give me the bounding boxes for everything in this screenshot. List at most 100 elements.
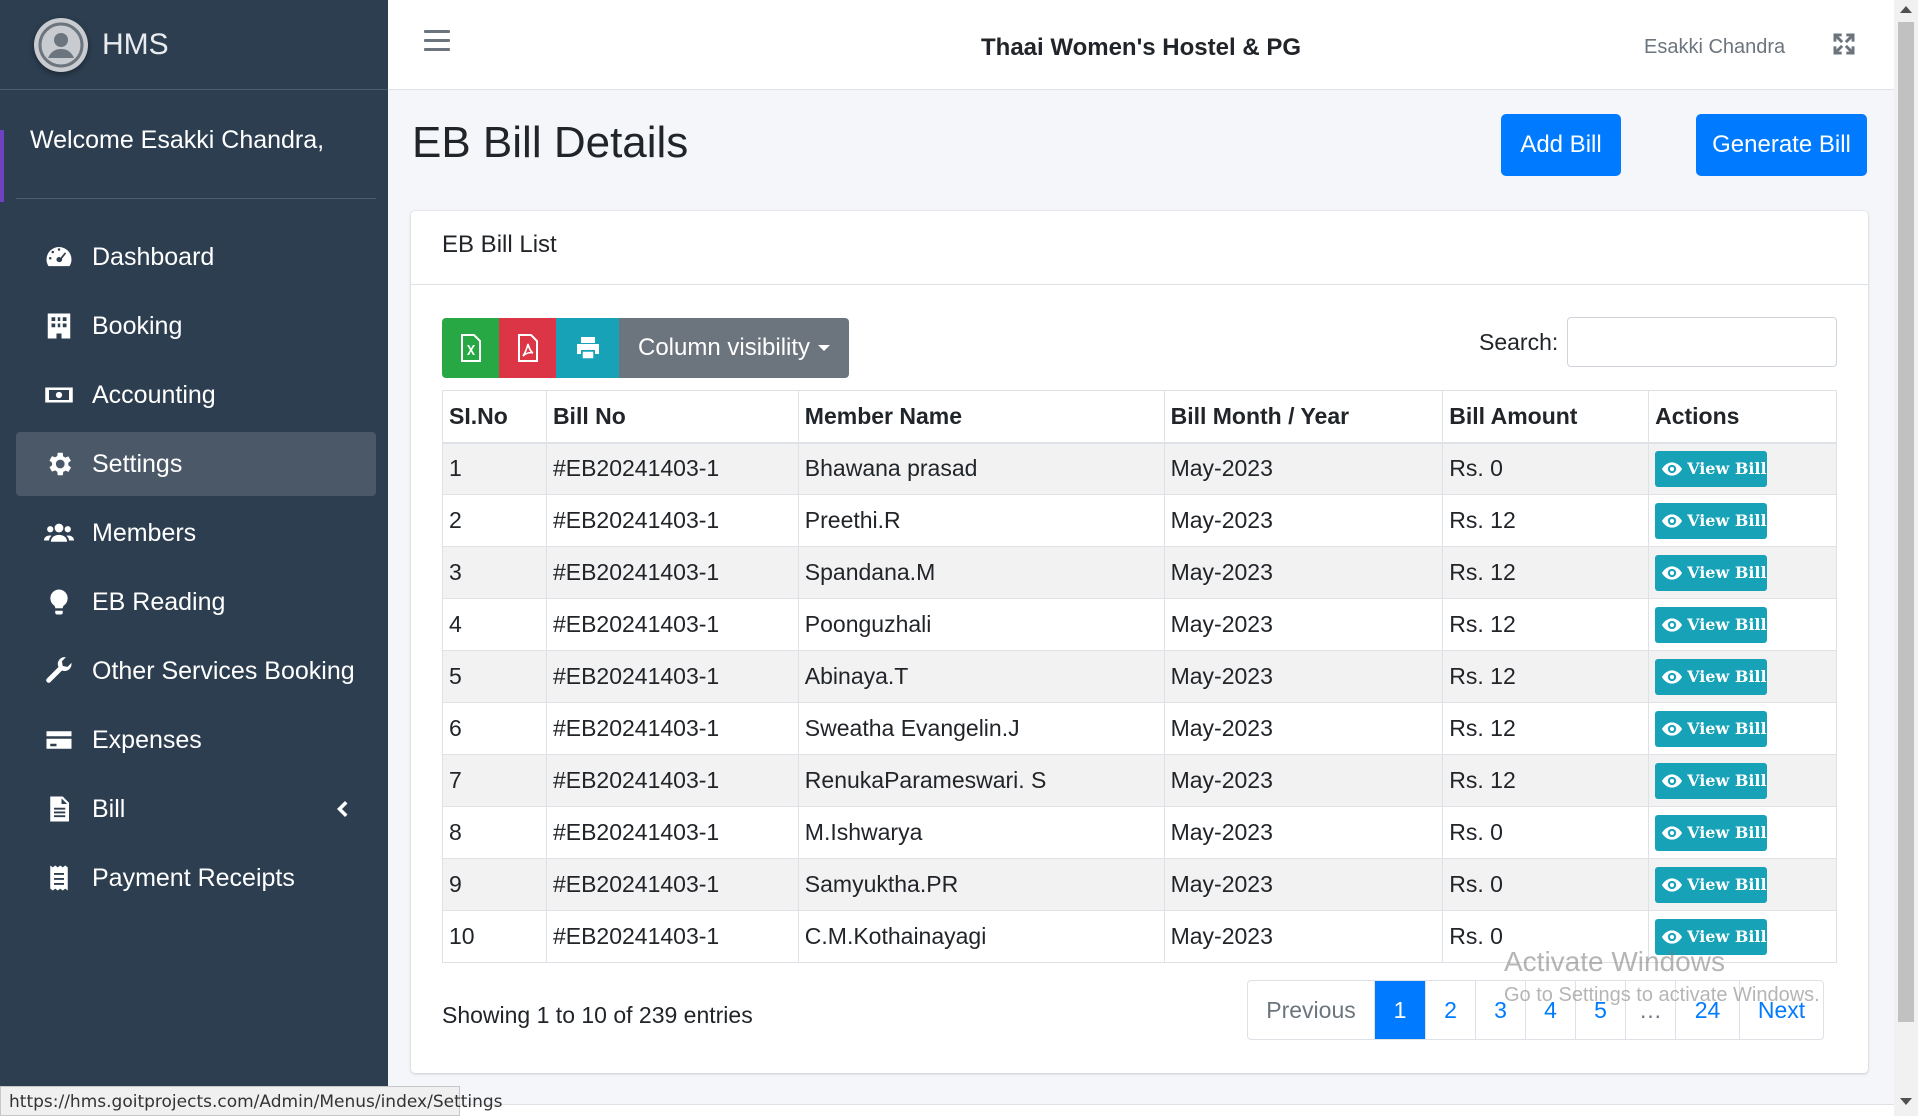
cell-member-name: Sweatha Evangelin.J <box>797 702 1165 755</box>
eye-icon <box>1662 669 1683 684</box>
cell-bill-no: #EB20241403-1 <box>545 494 799 547</box>
receipt-icon <box>44 863 78 893</box>
view-bill-button[interactable]: View Bill <box>1655 450 1768 487</box>
column-header-bill-month[interactable]: Bill Month / Year <box>1163 390 1444 444</box>
scrollbar-thumb[interactable] <box>1898 22 1914 1022</box>
cell-bill-amount: Rs. 12 <box>1442 598 1650 651</box>
footer-strip <box>388 1104 1894 1116</box>
column-header-actions[interactable]: Actions <box>1648 390 1837 444</box>
table-row: 1 #EB20241403-1 Bhawana prasad May-2023 … <box>442 442 1837 495</box>
cell-member-name: Samyuktha.PR <box>797 858 1165 911</box>
fullscreen-icon[interactable] <box>1830 30 1858 58</box>
sidebar-item-members[interactable]: Members <box>16 501 376 565</box>
generate-bill-button[interactable]: Generate Bill <box>1696 114 1867 176</box>
cell-bill-amount: Rs. 12 <box>1442 754 1650 807</box>
eye-icon <box>1662 929 1683 944</box>
eye-icon <box>1662 513 1683 528</box>
sidebar-item-label: EB Reading <box>92 587 226 616</box>
cell-actions: View Bill <box>1648 598 1837 651</box>
table-row: 2 #EB20241403-1 Preethi.R May-2023 Rs. 1… <box>442 494 1837 547</box>
table-row: 7 #EB20241403-1 RenukaParameswari. S May… <box>442 754 1837 807</box>
sidebar-item-eb-reading[interactable]: EB Reading <box>16 570 376 634</box>
pagination-page-2[interactable]: 2 <box>1425 981 1475 1039</box>
table-row: 9 #EB20241403-1 Samyuktha.PR May-2023 Rs… <box>442 858 1837 911</box>
brand[interactable]: HMS <box>0 0 388 90</box>
cell-bill-amount: Rs. 0 <box>1442 858 1650 911</box>
credit-card-icon <box>44 725 78 755</box>
cell-si-no: 1 <box>442 442 547 495</box>
column-header-bill-amount[interactable]: Bill Amount <box>1442 390 1650 444</box>
welcome-text: Welcome Esakki Chandra, <box>30 126 325 154</box>
cell-actions: View Bill <box>1648 754 1837 807</box>
cell-bill-no: #EB20241403-1 <box>545 858 799 911</box>
sidebar-item-bill[interactable]: Bill <box>16 777 376 841</box>
eb-bill-list-card: EB Bill List Column visibility Search: S… <box>411 211 1868 1073</box>
cell-actions: View Bill <box>1648 858 1837 911</box>
wrench-icon <box>44 656 78 686</box>
cell-bill-no: #EB20241403-1 <box>545 702 799 755</box>
cell-member-name: Poonguzhali <box>797 598 1165 651</box>
print-button[interactable] <box>556 318 619 378</box>
add-bill-button[interactable]: Add Bill <box>1501 114 1621 176</box>
cell-bill-month: May-2023 <box>1163 598 1444 651</box>
view-bill-button[interactable]: View Bill <box>1655 554 1768 591</box>
view-bill-button[interactable]: View Bill <box>1655 710 1768 747</box>
pagination-previous[interactable]: Previous <box>1248 981 1374 1039</box>
cell-si-no: 4 <box>442 598 547 651</box>
search-input[interactable] <box>1567 317 1837 367</box>
pagination-page-1[interactable]: 1 <box>1374 981 1425 1039</box>
sidebar-item-label: Booking <box>92 311 183 340</box>
cell-bill-no: #EB20241403-1 <box>545 910 799 963</box>
view-bill-button[interactable]: View Bill <box>1655 866 1768 903</box>
cell-bill-month: May-2023 <box>1163 546 1444 599</box>
eye-icon <box>1662 721 1683 736</box>
column-visibility-dropdown[interactable]: Column visibility <box>619 318 849 378</box>
pdf-export-button[interactable] <box>499 318 556 378</box>
cell-si-no: 7 <box>442 754 547 807</box>
sidebar-item-booking[interactable]: Booking <box>16 294 376 358</box>
cell-member-name: Abinaya.T <box>797 650 1165 703</box>
building-icon <box>44 311 78 341</box>
cell-actions: View Bill <box>1648 702 1837 755</box>
user-avatar-icon <box>34 17 88 72</box>
sidebar-item-label: Other Services Booking <box>92 656 355 685</box>
view-bill-button[interactable]: View Bill <box>1655 502 1768 539</box>
sidebar-item-expenses[interactable]: Expenses <box>16 708 376 772</box>
chevron-left-icon[interactable] <box>330 797 354 821</box>
cell-si-no: 2 <box>442 494 547 547</box>
sidebar-item-other-services-booking[interactable]: Other Services Booking <box>16 639 376 703</box>
money-bill-icon <box>44 380 78 410</box>
eye-icon <box>1662 617 1683 632</box>
column-header-member-name[interactable]: Member Name <box>797 390 1165 444</box>
dashboard-icon <box>44 242 78 272</box>
cell-member-name: M.Ishwarya <box>797 806 1165 859</box>
excel-export-button[interactable] <box>442 318 499 378</box>
cell-bill-amount: Rs. 12 <box>1442 546 1650 599</box>
eb-bill-table: SI.No Bill No Member Name Bill Month / Y… <box>442 390 1837 963</box>
table-info: Showing 1 to 10 of 239 entries <box>442 1002 753 1028</box>
sidebar-item-settings[interactable]: Settings <box>16 432 376 496</box>
file-icon <box>44 794 78 824</box>
cell-bill-month: May-2023 <box>1163 754 1444 807</box>
cell-bill-no: #EB20241403-1 <box>545 598 799 651</box>
cell-si-no: 5 <box>442 650 547 703</box>
view-bill-button[interactable]: View Bill <box>1655 606 1768 643</box>
user-name[interactable]: Esakki Chandra <box>1644 36 1785 59</box>
view-bill-button[interactable]: View Bill <box>1655 658 1768 695</box>
cell-bill-month: May-2023 <box>1163 442 1444 495</box>
cell-bill-no: #EB20241403-1 <box>545 546 799 599</box>
sidebar-item-payment-receipts[interactable]: Payment Receipts <box>16 846 376 910</box>
sidebar-item-dashboard[interactable]: Dashboard <box>16 225 376 289</box>
scroll-up-arrow-icon[interactable] <box>1900 6 1912 13</box>
column-header-si-no[interactable]: SI.No <box>442 390 547 444</box>
column-header-bill-no[interactable]: Bill No <box>545 390 799 444</box>
cell-bill-no: #EB20241403-1 <box>545 442 799 495</box>
page-scrollbar[interactable] <box>1894 0 1918 1116</box>
view-bill-button[interactable]: View Bill <box>1655 762 1768 799</box>
cell-member-name: C.M.Kothainayagi <box>797 910 1165 963</box>
cell-bill-no: #EB20241403-1 <box>545 650 799 703</box>
scroll-down-arrow-icon[interactable] <box>1900 1098 1912 1105</box>
view-bill-button[interactable]: View Bill <box>1655 814 1768 851</box>
sidebar-item-accounting[interactable]: Accounting <box>16 363 376 427</box>
printer-icon <box>576 337 599 360</box>
